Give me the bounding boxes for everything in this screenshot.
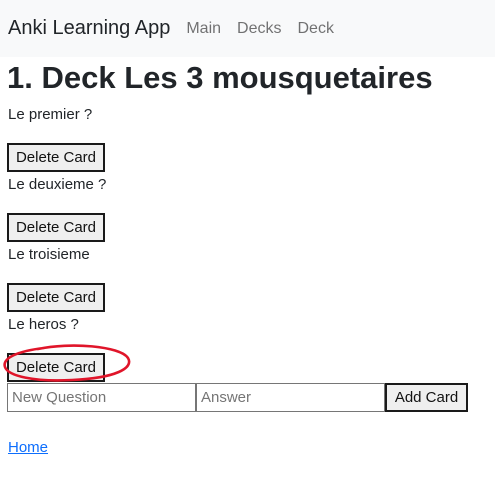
delete-card-button[interactable]: Delete Card: [7, 143, 105, 172]
card-question: Le troisieme: [8, 246, 90, 263]
nav-link-decks[interactable]: Decks: [237, 20, 281, 38]
home-link[interactable]: Home: [8, 439, 48, 456]
new-question-input[interactable]: [7, 383, 196, 412]
answer-input[interactable]: [196, 383, 385, 412]
nav-link-deck[interactable]: Deck: [297, 20, 333, 38]
card-question: Le deuxieme ?: [8, 176, 107, 193]
delete-card-button[interactable]: Delete Card: [7, 353, 105, 382]
card-question: Le heros ?: [8, 316, 79, 333]
nav-link-main[interactable]: Main: [186, 20, 221, 38]
nav-links: Main Decks Deck: [186, 20, 350, 38]
page-title: 1. Deck Les 3 mousquetaires: [7, 60, 433, 95]
navbar: Anki Learning App Main Decks Deck: [0, 0, 495, 57]
card-question: Le premier ?: [8, 106, 93, 123]
delete-card-button[interactable]: Delete Card: [7, 213, 105, 242]
delete-card-button[interactable]: Delete Card: [7, 283, 105, 312]
add-card-button[interactable]: Add Card: [385, 383, 468, 412]
app-brand[interactable]: Anki Learning App: [8, 17, 170, 40]
